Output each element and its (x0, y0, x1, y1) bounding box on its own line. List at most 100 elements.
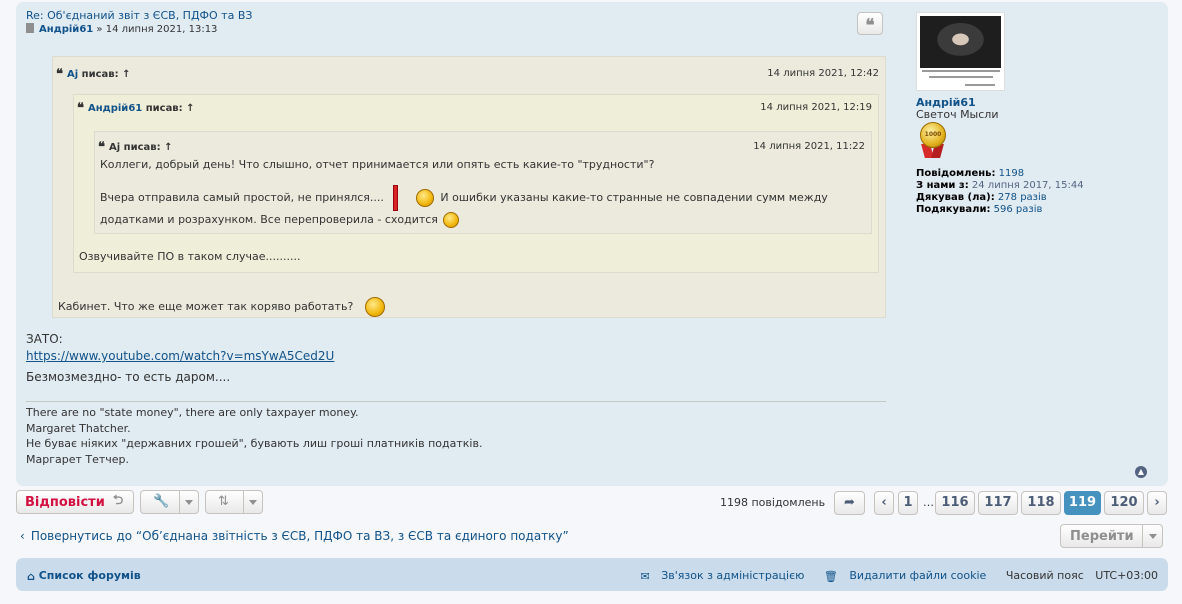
next-page-button[interactable]: › (1147, 491, 1167, 515)
quote-inner-line3: додатками и розрахунком. Все перепровери… (100, 212, 460, 228)
forum-index-link[interactable]: ⌂ Список форумів (27, 569, 141, 583)
post-meta: Андрій61 » 14 липня 2021, 13:13 (26, 23, 217, 35)
envelope-icon: ✉ (640, 570, 650, 583)
quote-outer-date: 14 липня 2021, 12:42 (767, 68, 879, 79)
chevron-down-icon (1149, 534, 1157, 539)
post-body-link[interactable]: https://www.youtube.com/watch?v=msYwA5Ce… (26, 349, 334, 363)
back-to-forum-link[interactable]: ‹ Повернутись до “Об’єднана звітність з Є… (20, 529, 569, 543)
chevron-down-icon (249, 500, 257, 505)
profile-stat-joined: З нами з: 24 липня 2017, 15:44 (916, 180, 1084, 191)
tools-dropdown[interactable]: 🔧 (140, 490, 199, 514)
post-file-icon (26, 23, 34, 33)
quote-outer-author[interactable]: Aj (67, 69, 78, 80)
smiley-laugh-icon (443, 212, 460, 228)
chevron-left-icon: ‹ (881, 495, 887, 510)
quote-icon: ❝ (865, 16, 875, 36)
quote-middle-text: Озвучивайте ПО в таком случае.......... (79, 250, 301, 263)
back-link-label: Повернутись до “Об’єднана звітність з ЄС… (30, 529, 569, 543)
stat-label: Дякував (ла): (916, 192, 995, 203)
quote-middle-arrow[interactable]: ↑ (186, 103, 194, 114)
quote-middle-says: писав: (145, 103, 183, 114)
pagination-ellipsis: … (923, 496, 934, 509)
back-to-top-icon[interactable]: ▲ (1135, 466, 1147, 478)
arrow-right-icon: ➦ (844, 495, 855, 510)
stat-value[interactable]: 1198 (999, 168, 1024, 179)
quote-outer-says: писав: (81, 69, 119, 80)
badge-medal: 1000 (920, 122, 946, 148)
quote-mark-icon: ❝ (98, 140, 105, 155)
quote-inner-author[interactable]: Aj (109, 142, 120, 153)
quote-middle-author[interactable]: Андрій61 (88, 103, 142, 114)
quote-outer-arrow[interactable]: ↑ (122, 69, 130, 80)
page-117[interactable]: 117 (978, 491, 1018, 515)
signature-line-1: There are no "state money", there are on… (26, 406, 359, 419)
page-1[interactable]: 1 (898, 491, 918, 515)
avatar-caption-line (929, 76, 993, 78)
quote-inner-says: писав: (123, 142, 161, 153)
stat-label: Подякували: (916, 204, 991, 215)
sort-icon: ⇅ (218, 494, 229, 509)
avatar[interactable] (916, 12, 1005, 91)
quote-button[interactable]: ❝ (857, 12, 883, 36)
quote-middle-date: 14 липня 2021, 12:19 (760, 102, 872, 113)
stat-label: Повідомлень: (916, 168, 996, 179)
post-date: 14 липня 2021, 13:13 (105, 24, 218, 35)
page-118[interactable]: 118 (1021, 491, 1061, 515)
quote-middle: ❝ Андрій61 писав: ↑ 14 липня 2021, 12:19 … (73, 94, 879, 273)
quote-inner-line3-text: додатками и розрахунком. Все перепровери… (100, 213, 438, 226)
page-120[interactable]: 120 (1104, 491, 1144, 515)
delete-cookies-link[interactable]: 🗑 Видалити файли cookie (816, 569, 987, 583)
stat-value: 24 липня 2017, 15:44 (971, 180, 1084, 191)
timezone-info: Часовий пояс UTC+03:00 (998, 569, 1158, 582)
trash-icon: 🗑 (823, 570, 838, 583)
jump-label: Перейти (1070, 528, 1134, 544)
quote-mark-icon: ❝ (77, 101, 84, 116)
avatar-photo (920, 16, 1001, 68)
post-title[interactable]: Re: Об'єднаний звіт з ЄСВ, ПДФО та ВЗ (26, 9, 252, 22)
reply-button[interactable]: Відповісти ⮌ (16, 490, 134, 514)
reply-label: Відповісти (25, 494, 105, 510)
stat-value[interactable]: 278 разів (998, 192, 1047, 203)
profile-stat-thanks-received: Подякували: 596 разів (916, 204, 1042, 215)
stat-value[interactable]: 596 разів (994, 204, 1043, 215)
rank-badge-icon: 1000 (918, 122, 948, 158)
page-116[interactable]: 116 (935, 491, 975, 515)
footer-links: ✉ Зв'язок з адміністрацією 🗑 Видалити фа… (624, 569, 1158, 583)
post-date-sep: » (96, 24, 103, 35)
smiley-face-icon (416, 189, 435, 207)
sort-dropdown[interactable]: ⇅ (205, 490, 263, 514)
mark-topic-button[interactable]: ➦ (834, 491, 865, 515)
timezone-value: UTC+03:00 (1095, 569, 1158, 582)
avatar-caption-line (965, 84, 995, 86)
quote-inner-cite: ❝ Aj писав: ↑ (98, 140, 172, 155)
avatar-caption-line (922, 70, 1000, 72)
quote-inner-line1: Коллеги, добрый день! Что слышно, отчет … (100, 158, 655, 171)
youtube-link[interactable]: https://www.youtube.com/watch?v=msYwA5Ce… (26, 349, 334, 363)
prev-page-button[interactable]: ‹ (874, 491, 894, 515)
chevron-right-icon: › (1154, 495, 1160, 510)
contact-link[interactable]: ✉ Зв'язок з адміністрацією (632, 569, 804, 583)
home-icon: ⌂ (27, 570, 35, 583)
signature-line-3: Не буває ніяких "державних грошей", бува… (26, 437, 483, 450)
chevron-left-icon: ‹ (20, 529, 25, 543)
jump-to-dropdown[interactable]: Перейти (1060, 524, 1163, 548)
delete-cookies-label: Видалити файли cookie (849, 569, 987, 582)
quote-middle-cite: ❝ Андрій61 писав: ↑ (77, 101, 195, 116)
quote-outer: ❝ Aj писав: ↑ 14 липня 2021, 12:42 ❝ Андрі… (52, 56, 886, 318)
reply-arrow-icon: ⮌ (112, 493, 124, 508)
footer-navbar: ⌂ Список форумів ✉ Зв'язок з адміністрац… (16, 558, 1168, 591)
page-119-active[interactable]: 119 (1064, 491, 1101, 515)
quote-inner-line2a: Вчера отправила самый простой, не принял… (100, 191, 384, 204)
post-author[interactable]: Андрій61 (39, 24, 93, 35)
quote-inner-arrow[interactable]: ↑ (164, 142, 172, 153)
split-divider (179, 491, 180, 513)
quote-outer-cite: ❝ Aj писав: ↑ (56, 67, 130, 82)
profile-rank: Светоч Мысли (916, 108, 999, 121)
smiley-bar-icon (393, 185, 399, 211)
quote-outer-text: Кабинет. Что же еще может так коряво раб… (58, 297, 385, 317)
timezone-label: Часовий пояс (1005, 569, 1084, 582)
post-container: Re: Об'єднаний звіт з ЄСВ, ПДФО та ВЗ Ан… (16, 2, 1168, 486)
stat-label: З нами з: (916, 180, 969, 191)
post-body-zato: ЗАТО: (26, 332, 63, 346)
signature-divider (26, 401, 886, 402)
